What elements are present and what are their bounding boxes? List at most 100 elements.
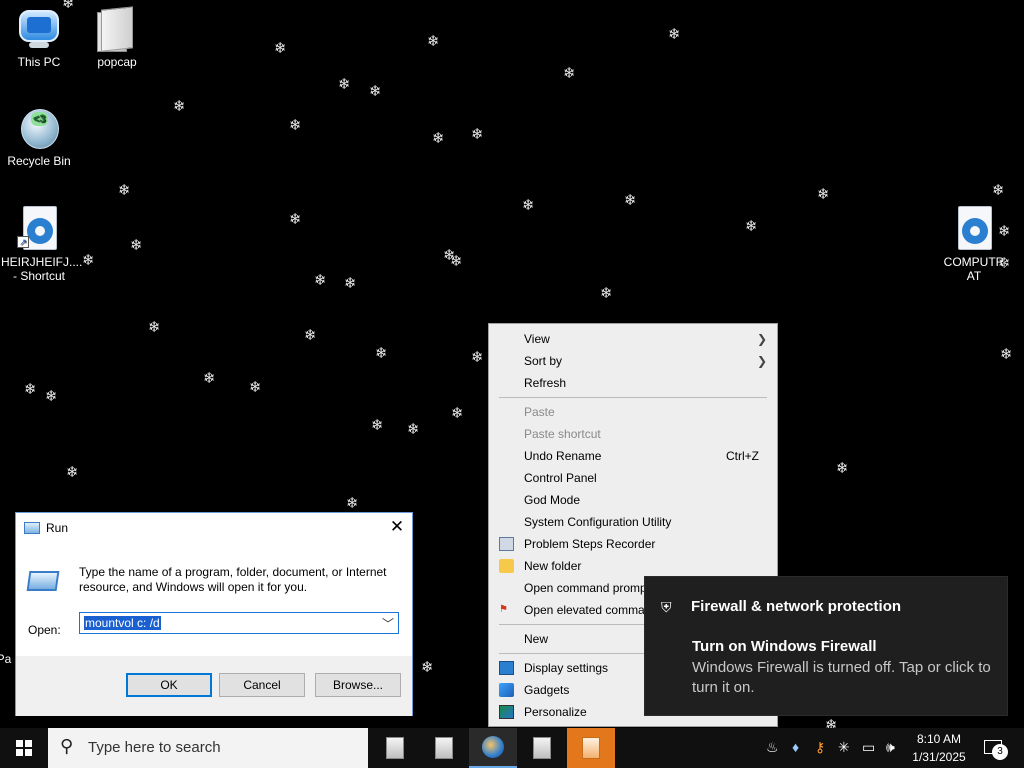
- menu-item-new-folder[interactable]: New folder: [489, 555, 777, 577]
- snowflake-icon: ❄: [563, 64, 576, 82]
- snowflake-icon: ❄: [451, 404, 464, 422]
- snowflake-icon: ❄: [274, 39, 287, 57]
- command-value[interactable]: mountvol c: /d: [84, 616, 161, 630]
- desktop-icon-popcap[interactable]: popcap: [79, 6, 155, 69]
- droplet-icon[interactable]: ♦: [792, 739, 799, 755]
- gadgets-icon: [499, 683, 514, 697]
- snowflake-icon: ❄: [289, 116, 302, 134]
- chevron-down-icon[interactable]: ﹀: [382, 615, 394, 632]
- firewall-notification[interactable]: ⛨ Firewall & network protection Turn on …: [644, 576, 1008, 716]
- computer-icon: [17, 6, 61, 52]
- menu-item-view[interactable]: View ❯: [489, 328, 777, 350]
- start-button[interactable]: [0, 728, 48, 768]
- document-icon: [435, 737, 453, 759]
- snowflake-icon: ❄: [745, 217, 758, 235]
- snowflake-icon: ❄: [407, 420, 420, 438]
- search-icon: ⚲: [60, 736, 74, 756]
- taskbar-app-active[interactable]: [567, 728, 615, 768]
- menu-item-shortcut: Ctrl+Z: [726, 449, 759, 463]
- snowflake-icon: ❄: [314, 271, 327, 289]
- desktop-icon-computrat[interactable]: COMPUTR AT: [936, 206, 1012, 283]
- desktop-icon-label: This PC: [17, 55, 61, 69]
- menu-item-label: Problem Steps Recorder: [524, 537, 656, 551]
- snowflake-icon: ❄: [344, 274, 357, 292]
- run-description: Type the name of a program, folder, docu…: [79, 565, 387, 594]
- network-icon[interactable]: ▭: [862, 739, 875, 756]
- menu-item-label: Paste: [524, 405, 555, 419]
- menu-item-label: System Configuration Utility: [524, 515, 672, 529]
- cancel-button[interactable]: Cancel: [219, 673, 305, 697]
- settings-file-icon: [952, 206, 996, 252]
- snowflake-icon: ❄: [471, 125, 484, 143]
- snowflake-icon: ❄: [668, 25, 681, 43]
- volume-icon[interactable]: 🕪: [886, 739, 895, 756]
- windows-logo-icon: [16, 740, 32, 756]
- document-icon: [533, 737, 551, 759]
- taskbar-search-box[interactable]: ⚲ Type here to search: [48, 728, 368, 768]
- menu-item-sort-by[interactable]: Sort by ❯: [489, 350, 777, 372]
- command-input[interactable]: mountvol c: /d ﹀: [79, 612, 399, 634]
- menu-item-label: Sort by: [524, 354, 563, 368]
- menu-item-paste-shortcut[interactable]: Paste shortcut: [489, 423, 777, 445]
- snowflake-icon: ❄: [203, 369, 216, 387]
- snowflake-icon: ❄: [118, 181, 131, 199]
- browse-button[interactable]: Browse...: [315, 673, 401, 697]
- notification-app-name: Firewall & network protection: [691, 598, 902, 615]
- run-dialog: Run ✕ Type the name of a program, folder…: [15, 512, 413, 716]
- desktop-icon-label: HEIRJHEIFJ.... - Shortcut: [1, 255, 83, 283]
- menu-item-control-panel[interactable]: Control Panel: [489, 467, 777, 489]
- file-icon: [95, 6, 139, 52]
- notification-count-badge: 3: [992, 744, 1008, 760]
- display-icon: [499, 661, 514, 675]
- menu-item-paste[interactable]: Paste: [489, 401, 777, 423]
- snowflake-icon: ❄: [148, 318, 161, 336]
- shield-icon: ⚑: [499, 604, 508, 615]
- snowflake-icon: ❄: [289, 210, 302, 228]
- clock-time: 8:10 AM: [916, 732, 962, 746]
- snowflake-icon: ❄: [450, 252, 463, 270]
- tray-app-icon[interactable]: ♨: [766, 739, 779, 756]
- snowflake-icon: ❄: [421, 658, 434, 676]
- desktop-icon-recycle-bin[interactable]: Recycle Bin: [1, 105, 77, 168]
- search-placeholder: Type here to search: [88, 739, 221, 756]
- close-button[interactable]: ✕: [382, 513, 412, 541]
- taskbar-app-document-2[interactable]: [420, 728, 468, 768]
- ok-button[interactable]: OK: [126, 673, 212, 697]
- snowflake-icon: ❄: [1000, 345, 1013, 363]
- taskbar-app-document-3[interactable]: [518, 728, 566, 768]
- snowflake-icon: ❄: [992, 181, 1005, 199]
- menu-item-problem-steps-recorder[interactable]: Problem Steps Recorder: [489, 533, 777, 555]
- snowflake-icon: ❄: [836, 459, 849, 477]
- taskbar-app-document-1[interactable]: [371, 728, 419, 768]
- desktop-icon-shortcut[interactable]: ↗ HEIRJHEIFJ.... - Shortcut: [1, 206, 83, 283]
- snowflake-icon: ❄: [624, 191, 637, 209]
- snowflake-icon: ❄: [600, 284, 613, 302]
- snowflake-icon: ❄: [471, 348, 484, 366]
- menu-item-label: New: [524, 632, 549, 646]
- notification-heading: Turn on Windows Firewall: [692, 638, 877, 655]
- action-center-button[interactable]: 3: [978, 728, 1018, 768]
- run-dialog-body: Type the name of a program, folder, docu…: [16, 543, 412, 653]
- open-label: Open:: [28, 623, 61, 637]
- snowflake-icon: ❄: [82, 251, 95, 269]
- menu-item-undo-rename[interactable]: Undo Rename Ctrl+Z: [489, 445, 777, 467]
- steps-recorder-icon: [499, 537, 514, 551]
- document-icon: [582, 737, 600, 759]
- menu-item-label: Paste shortcut: [524, 427, 601, 441]
- menu-item-god-mode[interactable]: God Mode: [489, 489, 777, 511]
- document-icon: [386, 737, 404, 759]
- snowflake-icon: ❄: [45, 387, 58, 405]
- snowflake-icon: ❄: [173, 97, 186, 115]
- menu-separator: [499, 397, 767, 398]
- menu-item-system-configuration[interactable]: System Configuration Utility: [489, 511, 777, 533]
- run-dialog-titlebar[interactable]: Run: [16, 513, 412, 543]
- desktop-icon-this-pc[interactable]: This PC: [1, 6, 77, 69]
- network-off-icon[interactable]: ✳: [838, 739, 850, 756]
- paint-app-icon: [482, 736, 504, 758]
- desktop[interactable]: ❄ ❄ ❄ ❄ ❄ ❄ ❄ ❄ ❄ ❄ ❄ ❄ ❄ ❄ ❄ ❄ ❄ ❄ ❄ ❄ …: [0, 0, 1024, 728]
- menu-item-refresh[interactable]: Refresh: [489, 372, 777, 394]
- folder-icon: [499, 559, 514, 573]
- taskbar-app-paint[interactable]: [469, 728, 517, 768]
- key-icon[interactable]: ⚷: [815, 739, 825, 756]
- system-clock[interactable]: 8:10 AM 1/31/2025: [908, 730, 970, 766]
